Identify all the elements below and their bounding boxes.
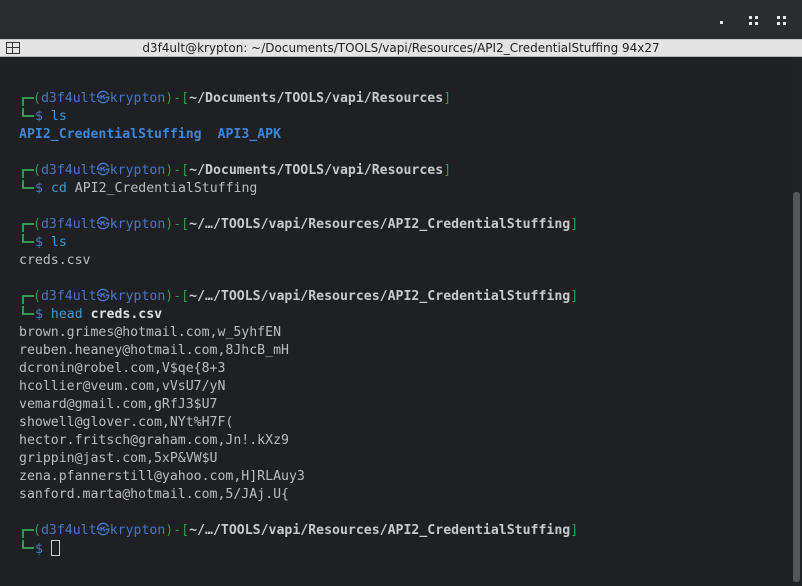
window-title: d3f4ult@krypton: ~/Documents/TOOLS/vapi/… bbox=[142, 41, 660, 55]
command-input-line[interactable]: $ bbox=[35, 540, 60, 558]
csv-row: vemard@gmail.com,gRfJ3$U7 bbox=[19, 397, 218, 412]
output-dir: API3_APK bbox=[217, 127, 282, 142]
command-line: $ ls bbox=[35, 109, 67, 124]
prompt-cwd: ~/…/TOOLS/vapi/Resources/API2_Credential… bbox=[189, 523, 571, 538]
csv-row: showell@glover.com,NYt%H7F( bbox=[19, 415, 234, 430]
prompt-user-host: d3f4ult㉿krypton bbox=[40, 289, 166, 304]
prompt-line: (d3f4ult㉿krypton)-[~/Documents/TOOLS/vap… bbox=[33, 91, 452, 106]
scrollbar-thumb[interactable] bbox=[793, 192, 800, 582]
prompt-user-host: d3f4ult㉿krypton bbox=[40, 217, 166, 232]
command-arg: creds.csv bbox=[90, 307, 163, 322]
csv-row: sanford.marta@hotmail.com,5/JAj.U{ bbox=[19, 487, 289, 502]
prompt-line: (d3f4ult㉿krypton)-[~/…/TOOLS/vapi/Resour… bbox=[33, 289, 579, 304]
prompt-corner-bottom bbox=[22, 180, 34, 189]
csv-row: brown.grimes@hotmail.com,w_5yhfEN bbox=[19, 325, 282, 340]
prompt-user-host: d3f4ult㉿krypton bbox=[40, 523, 166, 538]
csv-row: grippin@jast.com,5xP&VW$U bbox=[19, 451, 218, 466]
tile-icon[interactable] bbox=[748, 15, 760, 27]
command-line: $ head creds.csv bbox=[35, 307, 163, 322]
minimize-icon[interactable] bbox=[718, 15, 730, 27]
prompt-corner-bottom bbox=[22, 540, 34, 549]
prompt-line: (d3f4ult㉿krypton)-[~/Documents/TOOLS/vap… bbox=[33, 163, 452, 178]
output-dir: API2_CredentialStuffing bbox=[19, 127, 202, 142]
output-line: creds.csv bbox=[19, 253, 91, 268]
desktop: d3f4ult@krypton: ~/Documents/TOOLS/vapi/… bbox=[0, 0, 802, 586]
prompt-corner-bottom bbox=[22, 108, 34, 117]
window-titlebar[interactable]: d3f4ult@krypton: ~/Documents/TOOLS/vapi/… bbox=[0, 39, 802, 57]
text-cursor[interactable] bbox=[50, 540, 60, 556]
command-line: $ cd API2_CredentialStuffing bbox=[35, 181, 258, 196]
prompt-line: (d3f4ult㉿krypton)-[~/…/TOOLS/vapi/Resour… bbox=[33, 523, 579, 538]
csv-row: dcronin@robel.com,V$qe{8+3 bbox=[19, 361, 226, 376]
csv-row: hcollier@veum.com,vVsU7/yN bbox=[19, 379, 226, 394]
command: ls bbox=[50, 109, 67, 124]
top-panel bbox=[0, 0, 802, 39]
prompt-corner-bottom bbox=[22, 306, 34, 315]
maximize-icon[interactable] bbox=[776, 15, 788, 27]
command: ls bbox=[50, 235, 67, 250]
csv-row: reuben.heaney@hotmail.com,8JhcB_mH bbox=[19, 343, 289, 358]
command: cd bbox=[50, 181, 67, 196]
prompt-user-host: d3f4ult㉿krypton bbox=[40, 163, 166, 178]
csv-row: hector.fritsch@graham.com,Jn!.kXz9 bbox=[19, 433, 289, 448]
scrollbar[interactable] bbox=[792, 57, 802, 586]
prompt-cwd: ~/…/TOOLS/vapi/Resources/API2_Credential… bbox=[189, 217, 571, 232]
command: head bbox=[50, 307, 83, 322]
prompt-user-host: d3f4ult㉿krypton bbox=[40, 91, 166, 106]
command-line: $ ls bbox=[35, 235, 67, 250]
prompt-corner-bottom bbox=[22, 234, 34, 243]
output-line: API2_CredentialStuffing API3_APK bbox=[19, 126, 281, 144]
prompt-cwd: ~/Documents/TOOLS/vapi/Resources bbox=[189, 163, 444, 178]
prompt-cwd: ~/Documents/TOOLS/vapi/Resources bbox=[189, 91, 444, 106]
prompt-cwd: ~/…/TOOLS/vapi/Resources/API2_Credential… bbox=[189, 289, 571, 304]
csv-row: zena.pfannerstill@yahoo.com,H]RLAuy3 bbox=[19, 469, 305, 484]
command-arg: API2_CredentialStuffing bbox=[74, 181, 258, 196]
prompt-line: (d3f4ult㉿krypton)-[~/…/TOOLS/vapi/Resour… bbox=[33, 217, 579, 232]
